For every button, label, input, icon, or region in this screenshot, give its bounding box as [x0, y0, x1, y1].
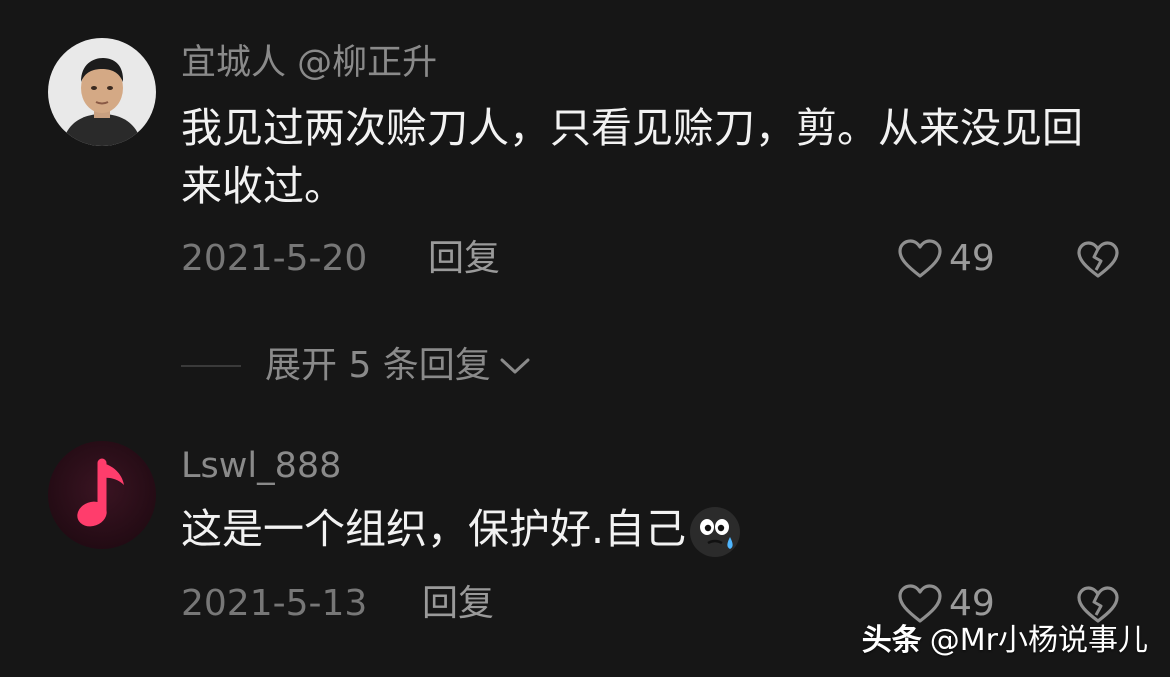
person-photo-avatar-icon	[48, 38, 156, 146]
reply-button[interactable]: 回复	[428, 239, 500, 279]
expand-replies-label: 展开 5 条回复	[265, 345, 491, 386]
watermark-brand: 头条	[861, 623, 922, 658]
divider-line	[181, 365, 241, 367]
expand-replies-button[interactable]: 展开 5 条回复	[181, 344, 533, 388]
comment-text: 我见过两次赊刀人，只看见赊刀，剪。从来没见回来收过。	[181, 104, 1083, 210]
comment-username[interactable]: 宜城人 @柳正升	[181, 43, 437, 83]
heart-icon	[898, 584, 942, 623]
comment-text-body: 这是一个组织，保护好.自己	[181, 505, 687, 553]
reply-button[interactable]: 回复	[422, 584, 494, 624]
like-count: 49	[949, 583, 995, 624]
music-note-avatar-icon	[48, 441, 156, 549]
comment-date: 2021-5-20	[181, 238, 368, 279]
avatar[interactable]	[48, 441, 156, 549]
like-count: 49	[949, 238, 995, 279]
watermark-handle: @Mr小杨说事儿	[929, 623, 1148, 658]
chevron-down-icon	[500, 358, 530, 374]
heart-icon	[898, 239, 942, 278]
broken-heart-icon	[1077, 241, 1119, 278]
comment-text: 这是一个组织，保护好.自己	[181, 500, 1101, 559]
broken-heart-icon	[1077, 586, 1119, 623]
dislike-button[interactable]	[1076, 240, 1120, 284]
like-button[interactable]: 49	[897, 238, 995, 280]
crying-face-emoji-icon	[690, 507, 741, 557]
like-button[interactable]: 49	[897, 583, 995, 625]
comment-username[interactable]: Lswl_888	[181, 446, 341, 486]
comment-date: 2021-5-13	[181, 583, 368, 624]
watermark: 头条 @Mr小杨说事儿	[862, 623, 1148, 659]
avatar[interactable]	[48, 38, 156, 146]
comment-thread: 宜城人 @柳正升 我见过两次赊刀人，只看见赊刀，剪。从来没见回来收过。 2021…	[0, 0, 1170, 677]
